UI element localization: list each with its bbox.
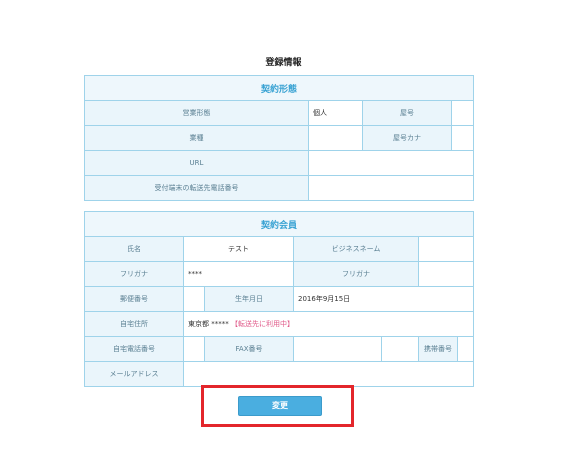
trade-name-kana-label: 屋号カナ [362,125,452,151]
member-table: 契約会員 氏名 テスト ビジネスネーム フリガナ **** フリガナ 郵便番号 … [83,211,475,387]
address-note: 【転送先に利用中】 [230,320,294,328]
name-label: 氏名 [84,236,184,262]
furigana-label: フリガナ [84,261,184,287]
business-type-label: 営業形態 [84,100,309,126]
member-heading: 契約会員 [83,211,475,237]
name-value: テスト [183,236,294,262]
email-value [182,361,475,387]
home-phone-label: 自宅電話番号 [84,336,184,362]
url-label: URL [84,150,309,176]
business-name-value [417,236,475,262]
mobile-value [456,336,475,362]
mobile-label: 携帯番号 [418,336,458,362]
page-title: 登録情報 [265,58,302,68]
url-value [307,150,475,176]
address-value: 東京都 ***** [188,320,229,328]
trade-name-label: 屋号 [362,100,452,126]
trade-name-value [450,100,475,126]
industry-value [308,125,363,151]
business-furigana-value [417,261,475,287]
fax-label: FAX番号 [204,336,294,362]
address-label: 自宅住所 [84,311,184,337]
postal-code-label: 郵便番号 [84,286,184,312]
business-type-value: 個人 [308,100,363,126]
business-furigana-label: フリガナ [293,261,419,287]
address-cell: 東京都 ***** 【転送先に利用中】 [182,311,475,337]
fax-value [293,336,382,362]
industry-label: 業種 [84,125,309,151]
email-label: メールアドレス [84,361,184,387]
birthday-label: 生年月日 [204,286,294,312]
change-button[interactable]: 変更 [238,396,322,416]
forward-phone-label: 受付端末の転送先電話番号 [84,175,309,201]
business-name-label: ビジネスネーム [293,236,419,262]
trade-name-kana-value [450,125,475,151]
forward-phone-value [307,175,475,201]
birthday-value: 2016年9月15日 [292,286,475,312]
contract-form-heading: 契約形態 [83,75,475,101]
contract-form-table: 契約形態 営業形態 個人 屋号 業種 屋号カナ URL 受付端末の転送先電話番号 [83,75,475,201]
home-phone-value [183,336,205,362]
postal-code-value [183,286,205,312]
furigana-value: **** [183,261,294,287]
fax-value-extra [381,336,419,362]
